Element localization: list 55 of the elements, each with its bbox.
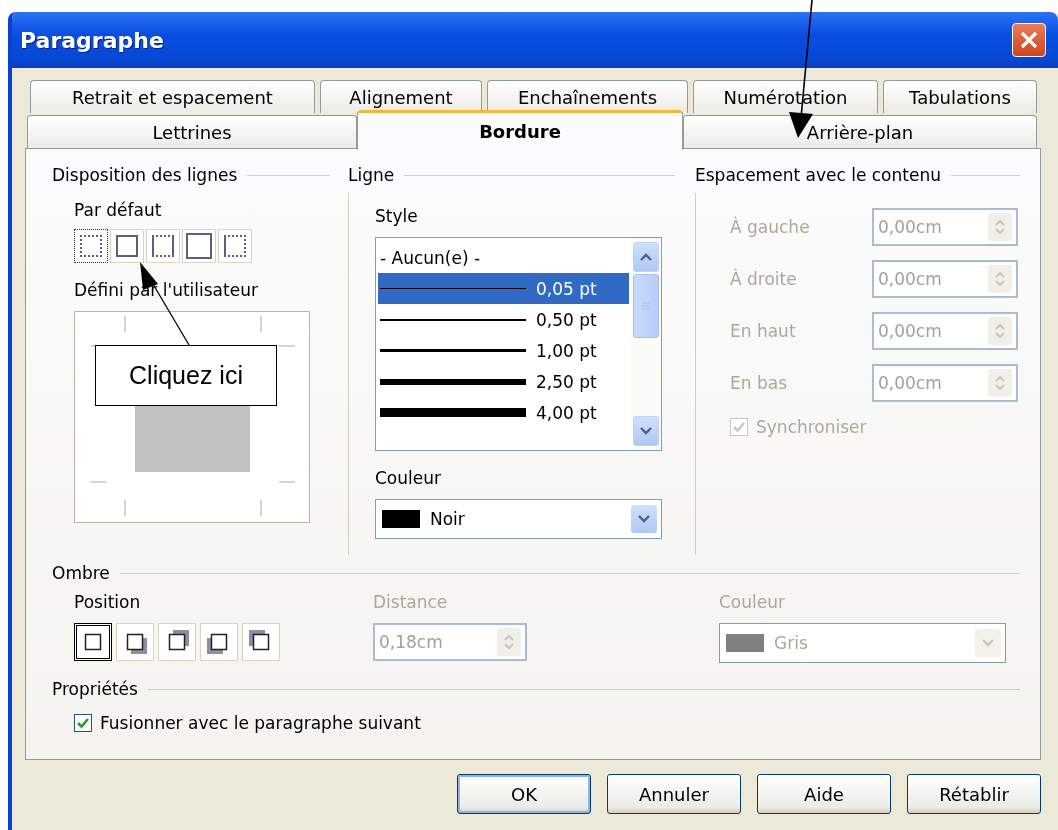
field-label: Par défaut	[74, 199, 163, 222]
field-label: À gauche	[730, 217, 810, 237]
checkbox-label: Fusionner avec le paragraphe suivant	[100, 713, 421, 733]
list-item[interactable]: 2,50 pt	[378, 366, 629, 397]
field-label: Distance	[373, 591, 449, 614]
spin-arrows-icon	[988, 317, 1012, 345]
group-heading: Ombre	[52, 563, 110, 583]
tab[interactable]: Alignement	[320, 80, 482, 113]
field-label: Style	[375, 205, 419, 228]
list-item[interactable]: 4,00 pt	[378, 397, 629, 428]
tab[interactable]: Retrait et espacement	[30, 80, 315, 113]
color-swatch	[726, 634, 764, 652]
tab[interactable]: Tabulations	[883, 80, 1037, 113]
close-icon	[1019, 30, 1039, 50]
field-label: En bas	[730, 373, 787, 393]
tab[interactable]: Lettrines	[27, 115, 357, 148]
color-swatch	[382, 510, 420, 528]
tab[interactable]: Bordure	[357, 110, 683, 150]
spin-arrows-icon	[988, 213, 1012, 241]
scroll-up-button[interactable]	[633, 242, 659, 272]
list-item[interactable]: - Aucun(e) -	[378, 242, 629, 273]
caret-down-icon	[640, 427, 652, 435]
list-item[interactable]: 0,05 pt	[378, 273, 629, 304]
group-heading: Espacement avec le contenu	[695, 165, 941, 185]
color-dropdown[interactable]: Noir	[375, 499, 662, 539]
field-label: Position	[74, 591, 142, 614]
dialog-button[interactable]: OK	[457, 774, 591, 814]
line-style-list[interactable]: - Aucun(e) - 0,05 pt 0,50 pt 1,00 pt 2,50 pt 4,00 pt	[375, 237, 662, 451]
spin-arrows-icon	[988, 265, 1012, 293]
checkbox[interactable]	[74, 714, 92, 732]
close-button[interactable]	[1012, 23, 1046, 57]
dialog-button[interactable]: Rétablir	[907, 774, 1041, 814]
list-item[interactable]: 0,50 pt	[378, 304, 629, 335]
scroll-thumb[interactable]	[633, 274, 659, 338]
group-heading: Disposition des lignes	[52, 165, 238, 185]
dialog-button[interactable]: Annuler	[607, 774, 741, 814]
shadow-position-button[interactable]	[74, 623, 112, 661]
tab[interactable]: Arrière-plan	[683, 115, 1037, 148]
list-item[interactable]: 1,00 pt	[378, 335, 629, 366]
border-preset-button[interactable]	[74, 229, 108, 263]
scrollbar[interactable]	[631, 238, 661, 450]
scroll-down-button[interactable]	[633, 416, 659, 446]
dialog-button[interactable]: Aide	[757, 774, 891, 814]
checkbox-label: Synchroniser	[756, 417, 867, 437]
spin-arrows-icon	[988, 369, 1012, 397]
callout-box: Cliquez ici	[95, 345, 277, 406]
caret-up-icon	[640, 253, 652, 261]
field-label: À droite	[730, 269, 797, 289]
field-label: Couleur	[719, 591, 786, 614]
field-label: Couleur	[375, 467, 442, 490]
spin-arrows-icon	[497, 628, 521, 656]
group-heading: Propriétés	[52, 679, 138, 699]
window-title: Paragraphe	[20, 27, 164, 53]
group-heading: Ligne	[348, 165, 395, 185]
field-label: En haut	[730, 321, 796, 341]
